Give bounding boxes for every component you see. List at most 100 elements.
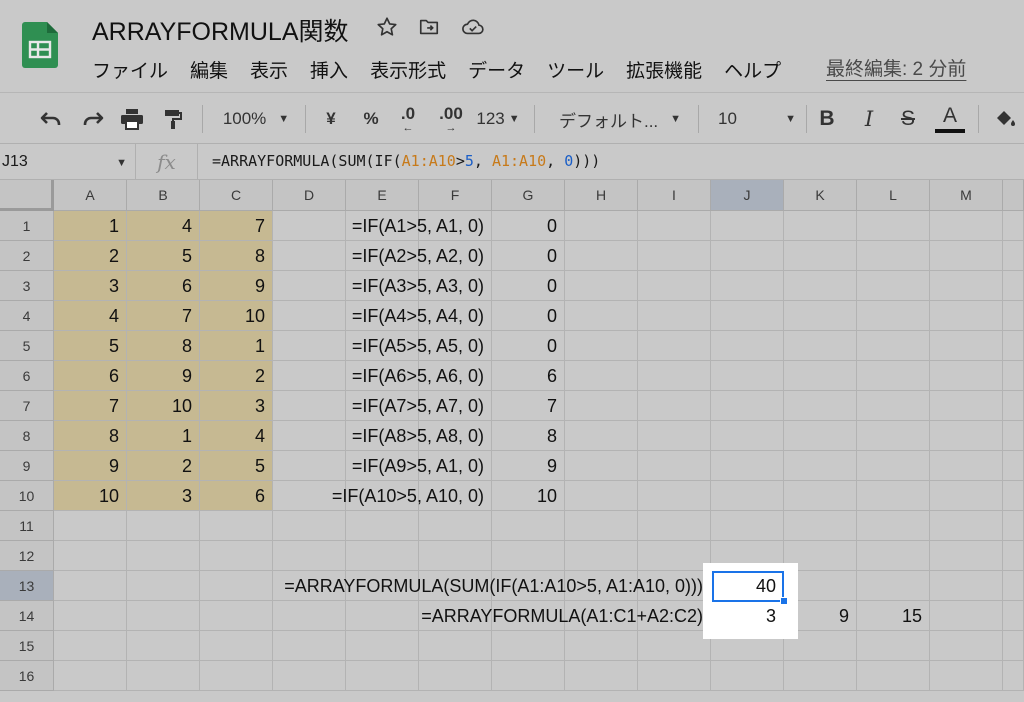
cell-k5[interactable] (784, 331, 857, 361)
menu-help[interactable]: ヘルプ (724, 56, 803, 82)
row-header-5[interactable]: 5 (0, 331, 54, 361)
italic-button[interactable]: I (856, 93, 882, 145)
cell-h9[interactable] (565, 451, 638, 481)
cell-h1[interactable] (565, 211, 638, 241)
menu-tools[interactable]: ツール (547, 56, 626, 82)
cell-f11[interactable] (419, 511, 492, 541)
cell-i15[interactable] (638, 631, 711, 661)
cell-i2[interactable] (638, 241, 711, 271)
cell-m7[interactable] (930, 391, 1003, 421)
document-title[interactable]: ARRAYFORMULA関数 (92, 12, 349, 48)
undo-icon[interactable] (36, 93, 66, 145)
cell-j16[interactable] (711, 661, 784, 691)
cell-b11[interactable] (127, 511, 200, 541)
cell-l2[interactable] (857, 241, 930, 271)
cell-g11[interactable] (492, 511, 565, 541)
column-header-m[interactable]: M (930, 180, 1003, 211)
cell-h3[interactable] (565, 271, 638, 301)
sheets-logo-icon[interactable] (22, 22, 58, 68)
cell-j9[interactable] (711, 451, 784, 481)
cell-j8[interactable] (711, 421, 784, 451)
cell-l1[interactable] (857, 211, 930, 241)
cell-i4[interactable] (638, 301, 711, 331)
cell-h5[interactable] (565, 331, 638, 361)
cell-a12[interactable] (54, 541, 127, 571)
cell-h8[interactable] (565, 421, 638, 451)
column-header-h[interactable]: H (565, 180, 638, 211)
menu-data[interactable]: データ (468, 56, 547, 82)
cell-l12[interactable] (857, 541, 930, 571)
menu-edit[interactable]: 編集 (190, 56, 250, 82)
menu-file[interactable]: ファイル (92, 56, 190, 82)
cell-d16[interactable] (273, 661, 346, 691)
font-family-select[interactable]: デフォルト... ▼ (550, 93, 690, 145)
cell-d11[interactable] (273, 511, 346, 541)
cell-l4[interactable] (857, 301, 930, 331)
cell-i1[interactable] (638, 211, 711, 241)
font-size-select[interactable]: 10 ▼ (712, 93, 802, 145)
column-header-e[interactable]: E (346, 180, 419, 211)
redo-icon[interactable] (78, 93, 108, 145)
cell-k9[interactable] (784, 451, 857, 481)
cell-f15[interactable] (419, 631, 492, 661)
row-header-12[interactable]: 12 (0, 541, 54, 571)
cell-l15[interactable] (857, 631, 930, 661)
cell-j5[interactable] (711, 331, 784, 361)
cell-k8[interactable] (784, 421, 857, 451)
cell-i8[interactable] (638, 421, 711, 451)
cell-m8[interactable] (930, 421, 1003, 451)
name-box[interactable]: J13 ▼ (0, 144, 136, 180)
cell-m10[interactable] (930, 481, 1003, 511)
cell-j10[interactable] (711, 481, 784, 511)
cell-m11[interactable] (930, 511, 1003, 541)
row-header-6[interactable]: 6 (0, 361, 54, 391)
cell-l9[interactable] (857, 451, 930, 481)
cell-m6[interactable] (930, 361, 1003, 391)
select-all-corner[interactable] (0, 180, 54, 211)
cell-m9[interactable] (930, 451, 1003, 481)
cell-l16[interactable] (857, 661, 930, 691)
cell-m1[interactable] (930, 211, 1003, 241)
cell-d14[interactable] (273, 601, 346, 631)
cell-b16[interactable] (127, 661, 200, 691)
column-header-b[interactable]: B (127, 180, 200, 211)
menu-view[interactable]: 表示 (250, 56, 310, 82)
cell-a13[interactable] (54, 571, 127, 601)
cell-g15[interactable] (492, 631, 565, 661)
cell-a15[interactable] (54, 631, 127, 661)
cell-m14[interactable] (930, 601, 1003, 631)
cell-l3[interactable] (857, 271, 930, 301)
row-header-4[interactable]: 4 (0, 301, 54, 331)
cell-k2[interactable] (784, 241, 857, 271)
number-format-select[interactable]: 123 ▼ (474, 93, 522, 145)
cell-l8[interactable] (857, 421, 930, 451)
decrease-decimal-button[interactable]: .0 ← (394, 93, 422, 145)
cell-i11[interactable] (638, 511, 711, 541)
cell-j1[interactable] (711, 211, 784, 241)
cell-e12[interactable] (346, 541, 419, 571)
cell-b14[interactable] (127, 601, 200, 631)
column-header-f[interactable]: F (419, 180, 492, 211)
cell-k6[interactable] (784, 361, 857, 391)
cell-g12[interactable] (492, 541, 565, 571)
column-header-k[interactable]: K (784, 180, 857, 211)
cell-h7[interactable] (565, 391, 638, 421)
cell-m13[interactable] (930, 571, 1003, 601)
cloud-status-icon[interactable] (460, 14, 486, 40)
cell-b12[interactable] (127, 541, 200, 571)
row-header-14[interactable]: 14 (0, 601, 54, 631)
fill-color-icon[interactable] (990, 93, 1020, 145)
strikethrough-button[interactable]: S (895, 93, 921, 145)
cell-i9[interactable] (638, 451, 711, 481)
row-header-2[interactable]: 2 (0, 241, 54, 271)
currency-format-button[interactable]: ¥ (318, 93, 344, 145)
cell-j4[interactable] (711, 301, 784, 331)
cell-e15[interactable] (346, 631, 419, 661)
cell-a11[interactable] (54, 511, 127, 541)
menu-insert[interactable]: 挿入 (310, 56, 370, 82)
cell-l11[interactable] (857, 511, 930, 541)
cell-i3[interactable] (638, 271, 711, 301)
row-header-13[interactable]: 13 (0, 571, 54, 601)
move-to-folder-icon[interactable] (416, 14, 442, 40)
column-header-l[interactable]: L (857, 180, 930, 211)
